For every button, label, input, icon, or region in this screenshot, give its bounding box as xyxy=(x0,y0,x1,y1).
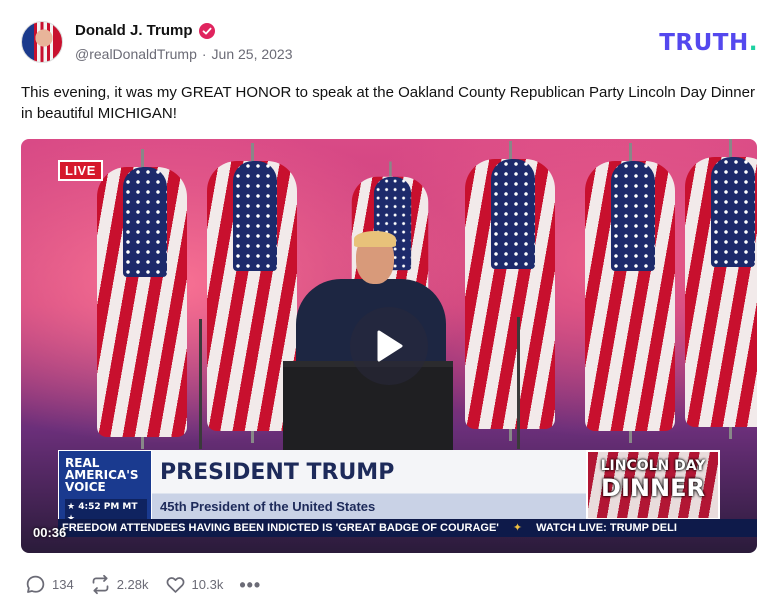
play-button[interactable] xyxy=(350,307,428,385)
flag-image xyxy=(581,143,679,443)
chyron-title: PRESIDENT TRUMP xyxy=(160,460,395,485)
speaker-hair xyxy=(354,231,396,247)
event-line2: DINNER xyxy=(601,474,705,502)
heart-icon xyxy=(166,577,184,593)
network-line3: VOICE xyxy=(65,480,106,494)
flag-image xyxy=(461,141,559,441)
post-actions: 134 2.28k 10.3k ••• xyxy=(25,574,261,595)
retruth-count: 2.28k xyxy=(116,577,149,592)
news-chyron: REAL AMERICA'S VOICE ★ 4:52 PM MT ★ PRES… xyxy=(58,450,720,527)
video-player[interactable]: LIVE REAL AMERICA'S VOICE ★ 4:52 PM MT ★… xyxy=(21,139,757,553)
network-logo: REAL AMERICA'S VOICE ★ 4:52 PM MT ★ xyxy=(58,450,152,527)
play-icon xyxy=(377,330,403,362)
post-date[interactable]: Jun 25, 2023 xyxy=(212,46,293,62)
mic-stand xyxy=(517,317,520,449)
chyron-subtitle: 45th President of the United States xyxy=(160,499,376,514)
mic-stand xyxy=(199,319,202,449)
truth-logo-dot: . xyxy=(748,30,758,56)
meta-separator: · xyxy=(201,46,207,62)
author-display-name[interactable]: Donald J. Trump xyxy=(75,22,193,39)
author-name-row: Donald J. Trump xyxy=(75,22,215,39)
truth-logo-text: TRUTH xyxy=(659,30,749,56)
more-options-button[interactable]: ••• xyxy=(239,576,261,594)
post-text: This evening, it was my GREAT HONOR to s… xyxy=(21,84,755,122)
author-meta: @realDonaldTrump · Jun 25, 2023 xyxy=(75,46,293,62)
news-ticker: FREEDOM ATTENDEES HAVING BEEN INDICTED I… xyxy=(58,519,757,537)
retruth-button[interactable]: 2.28k xyxy=(90,574,149,595)
reply-button[interactable]: 134 xyxy=(25,574,74,595)
verified-badge-icon xyxy=(198,22,215,39)
retruth-icon xyxy=(92,574,109,595)
ticker-item: WATCH LIVE: TRUMP DELI xyxy=(536,522,677,534)
truth-post: Donald J. Trump @realDonaldTrump · Jun 2… xyxy=(0,0,778,615)
author-handle[interactable]: @realDonaldTrump xyxy=(75,46,197,62)
reply-icon xyxy=(26,575,45,593)
ticker-item: FREEDOM ATTENDEES HAVING BEEN INDICTED I… xyxy=(62,522,499,534)
truth-logo[interactable]: TRUTH. xyxy=(659,30,758,56)
chyron-main: PRESIDENT TRUMP 45th President of the Un… xyxy=(152,450,586,520)
live-badge: LIVE xyxy=(58,160,103,181)
flag-image xyxy=(681,139,757,439)
like-count: 10.3k xyxy=(191,577,224,592)
event-graphic: LINCOLN DAY DINNER xyxy=(586,450,720,520)
like-button[interactable]: 10.3k xyxy=(165,574,224,595)
event-line1: LINCOLN DAY xyxy=(600,458,706,474)
author-avatar[interactable] xyxy=(21,21,63,63)
flag-image xyxy=(93,149,191,449)
reply-count: 134 xyxy=(52,577,74,592)
video-duration: 00:36 xyxy=(33,525,67,540)
